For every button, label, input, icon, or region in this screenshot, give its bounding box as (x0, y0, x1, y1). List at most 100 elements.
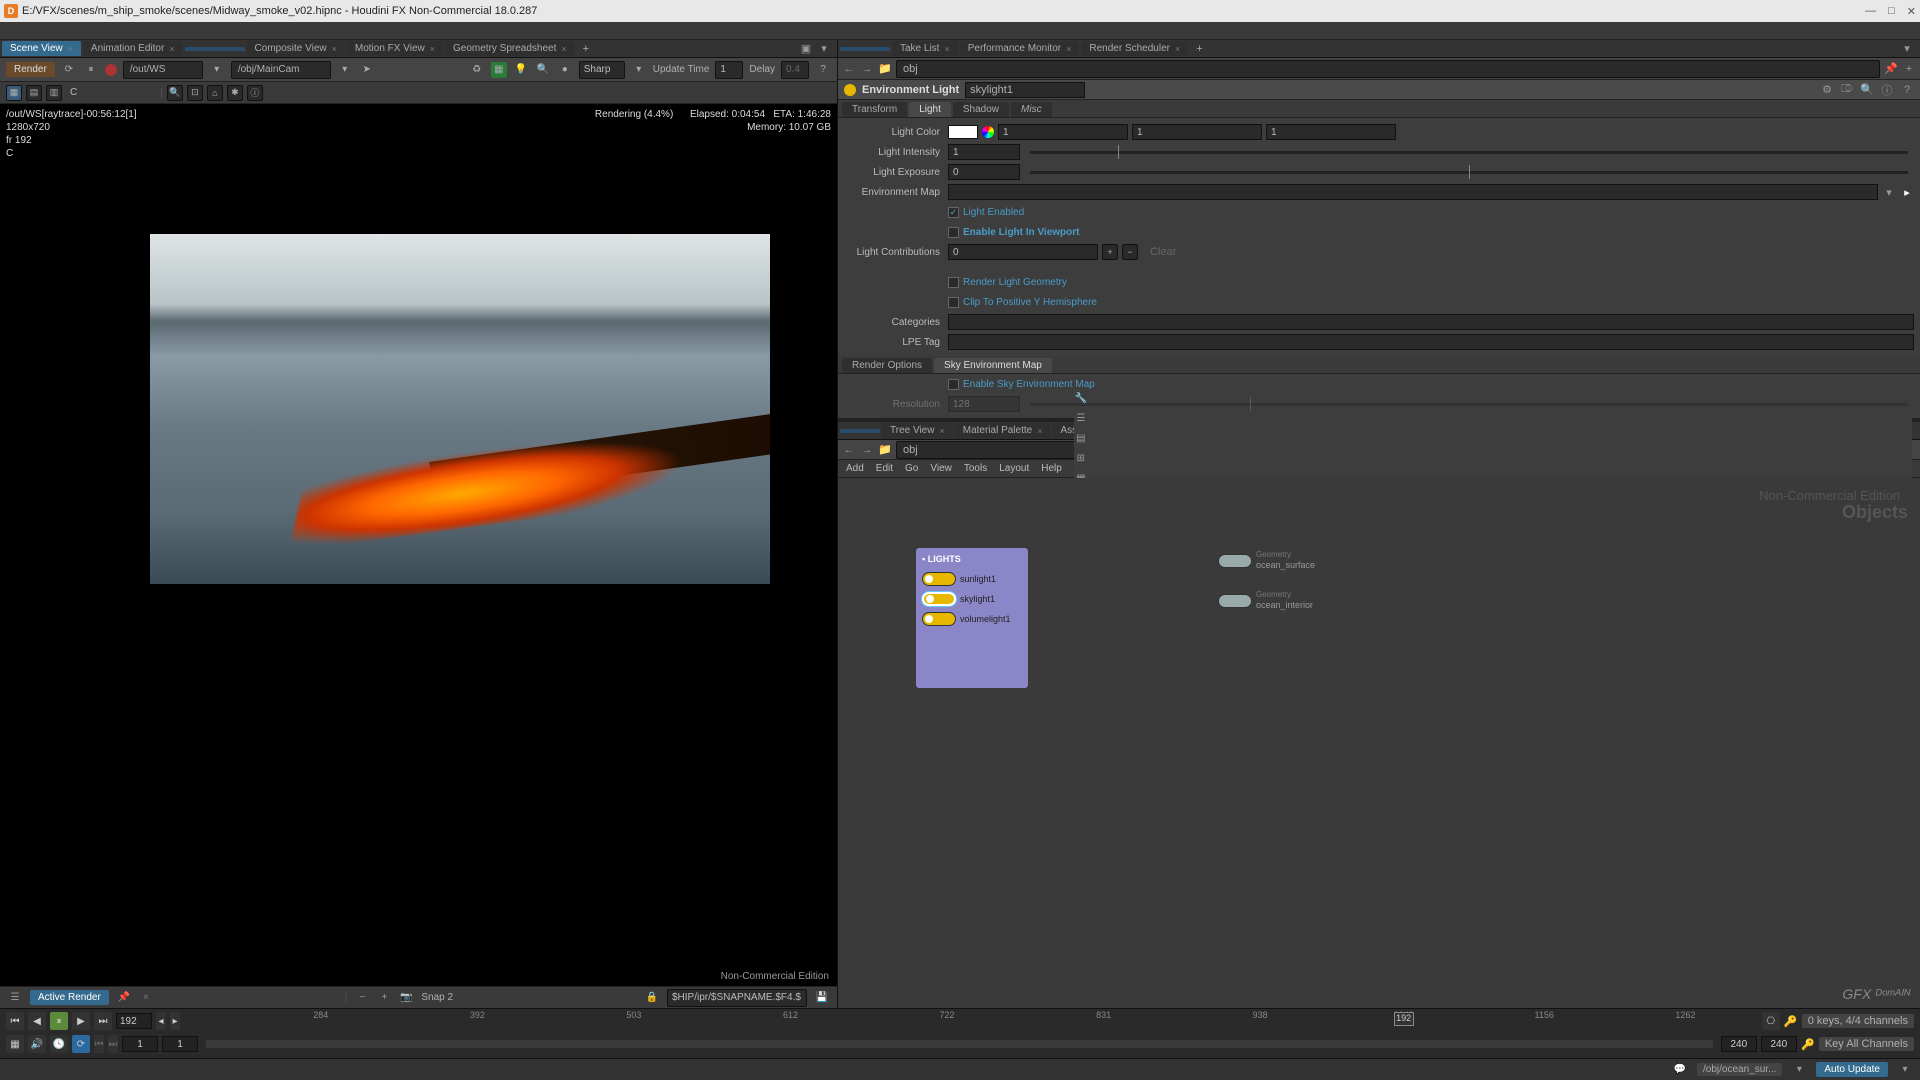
contrib-add-icon[interactable]: + (1102, 244, 1118, 260)
tab-motion-fx-view[interactable]: Motion FX View× (347, 41, 443, 56)
zoom-icon[interactable]: 🔍 (535, 62, 551, 78)
clip-y-checkbox[interactable] (948, 297, 959, 308)
pin-param-icon[interactable]: 📌 (1884, 62, 1898, 76)
enable-skyenv-checkbox[interactable] (948, 379, 959, 390)
step-fwd-button[interactable]: ▸ (170, 1012, 180, 1030)
active-render-tab[interactable]: Active Render (30, 990, 109, 1005)
light-enabled-checkbox[interactable] (948, 207, 959, 218)
pane-menu-icon[interactable]: ▾ (817, 42, 831, 56)
ptab-light[interactable]: Light (909, 102, 951, 117)
tab-network[interactable] (840, 429, 880, 433)
dot-icon[interactable]: ● (557, 62, 573, 78)
env-map-browse-icon[interactable]: ▸ (1900, 185, 1914, 199)
range-fwd-icon[interactable]: ⏭ (108, 1035, 118, 1053)
color-b-field[interactable] (1266, 124, 1396, 140)
pane-menu-r1-icon[interactable]: ▾ (1900, 42, 1914, 56)
color-g-field[interactable] (1132, 124, 1262, 140)
node-name-field[interactable]: skylight1 (965, 82, 1085, 98)
folder-icon[interactable]: 📁 (878, 62, 892, 76)
frame-icon[interactable]: ⊡ (187, 85, 203, 101)
node-skylight1[interactable]: skylight1 (922, 592, 1022, 606)
gear-icon[interactable]: ⚙ (1820, 83, 1834, 97)
range-start2-field[interactable] (162, 1036, 198, 1052)
add-tab-button[interactable]: + (577, 43, 595, 55)
exposure-field[interactable] (948, 164, 1020, 180)
tab-parameters[interactable] (840, 47, 890, 51)
color-swatch[interactable] (948, 125, 978, 139)
info2-icon[interactable]: ⓘ (1880, 83, 1894, 97)
bb-menu-icon[interactable]: ☰ (8, 991, 22, 1005)
auto-menu-icon[interactable]: ▾ (1898, 1063, 1912, 1077)
range-back-icon[interactable]: ⏮ (94, 1035, 104, 1053)
exposure-slider[interactable] (1030, 171, 1908, 174)
key-all-button[interactable]: Key All Channels (1819, 1037, 1914, 1051)
contrib-remove-icon[interactable]: − (1122, 244, 1138, 260)
net-folder-icon[interactable]: 📁 (878, 443, 892, 457)
plus-icon[interactable]: + (377, 991, 391, 1005)
lights-netbox[interactable]: ▪ LIGHTS sunlight1 skylight1 volumelight… (916, 548, 1028, 688)
range-end2-field[interactable] (1761, 1036, 1797, 1052)
ptab-misc[interactable]: Misc (1011, 102, 1052, 117)
node-volumelight1[interactable]: volumelight1 (922, 612, 1022, 626)
network-editor[interactable]: Non-Commercial Edition Objects ▪ LIGHTS … (838, 478, 1920, 1008)
color-r-field[interactable] (998, 124, 1128, 140)
node-ocean-interior[interactable]: Geometryocean_interior (1218, 590, 1313, 611)
minimize-button[interactable]: — (1865, 5, 1876, 18)
sel-menu-icon[interactable]: ▾ (1792, 1063, 1806, 1077)
rop-chooser-icon[interactable]: ▾ (209, 62, 225, 78)
tab-performance[interactable]: Performance Monitor× (960, 41, 1080, 56)
light-icon[interactable]: 💡 (513, 62, 529, 78)
menu-edit[interactable]: Edit (876, 463, 893, 474)
magnify-icon[interactable]: 🔍 (167, 85, 183, 101)
render-button[interactable]: Render (6, 62, 55, 77)
add-param-icon[interactable]: + (1902, 62, 1916, 76)
grid1-icon[interactable]: ⊞ (1074, 452, 1088, 466)
tab-geometry-spreadsheet[interactable]: Geometry Spreadsheet× (445, 41, 575, 56)
camera-icon[interactable]: 📷 (399, 991, 413, 1005)
param-path-field[interactable]: obj (896, 60, 1880, 78)
minus-icon[interactable]: − (355, 991, 369, 1005)
depth-mode-icon[interactable]: ▥ (46, 85, 62, 101)
close-button[interactable]: ✕ (1907, 5, 1916, 18)
current-frame-field[interactable] (116, 1013, 152, 1029)
intensity-slider[interactable] (1030, 151, 1908, 154)
ptab-transform[interactable]: Transform (842, 102, 907, 117)
net-back-icon[interactable]: ← (842, 443, 856, 457)
fit-icon[interactable]: ✱ (227, 85, 243, 101)
info-icon[interactable]: ⓘ (247, 85, 263, 101)
node-ocean-surface[interactable]: Geometryocean_surface (1218, 550, 1315, 571)
delay-field[interactable] (781, 61, 809, 79)
play-back-button[interactable]: ◀ (28, 1012, 46, 1030)
auto-key-icon[interactable]: ⎔ (1762, 1012, 1780, 1030)
update-time-field[interactable] (715, 61, 743, 79)
filter-icon[interactable]: ⎄ (1840, 83, 1854, 97)
refresh-icon[interactable]: ⟳ (61, 62, 77, 78)
net-fwd-icon[interactable]: → (860, 443, 874, 457)
fwd-icon[interactable]: → (860, 62, 874, 76)
close-snapshot-icon[interactable]: × (139, 991, 153, 1005)
menu-view[interactable]: View (930, 463, 952, 474)
enable-viewport-checkbox[interactable] (948, 227, 959, 238)
auto-update-button[interactable]: Auto Update (1816, 1062, 1888, 1077)
pane-fullscreen-icon[interactable]: ▣ (799, 42, 813, 56)
categories-field[interactable] (948, 314, 1914, 330)
channel-field[interactable] (66, 84, 146, 102)
lock-icon[interactable]: 🔒 (645, 991, 659, 1005)
back-icon[interactable]: ← (842, 62, 856, 76)
key2-icon[interactable]: 🔑 (1801, 1037, 1815, 1051)
timeline-marker[interactable]: 192 (1394, 1012, 1414, 1026)
sheet-icon[interactable]: ▤ (1074, 432, 1088, 446)
chat-icon[interactable]: 💬 (1673, 1063, 1687, 1077)
render-viewport[interactable]: /out/WS[raytrace]-00:56:12[1] 1280x720 f… (0, 104, 837, 986)
help-icon[interactable]: ? (815, 62, 831, 78)
range-start-field[interactable] (122, 1036, 158, 1052)
clock-icon[interactable]: 🕓 (50, 1035, 68, 1053)
tab-scene-view[interactable]: Scene View× (2, 41, 81, 56)
contrib-field[interactable] (948, 244, 1098, 260)
tab-tree-view[interactable]: Tree View× (882, 423, 953, 438)
tab-animation-editor[interactable]: Animation Editor× (83, 41, 183, 56)
intensity-field[interactable] (948, 144, 1020, 160)
tab-material-palette[interactable]: Material Palette× (955, 423, 1051, 438)
timeline-ruler[interactable]: 284 392 503 612 722 831 938 1043 1156 12… (188, 1010, 1754, 1032)
search-icon[interactable]: 🔍 (1860, 83, 1874, 97)
